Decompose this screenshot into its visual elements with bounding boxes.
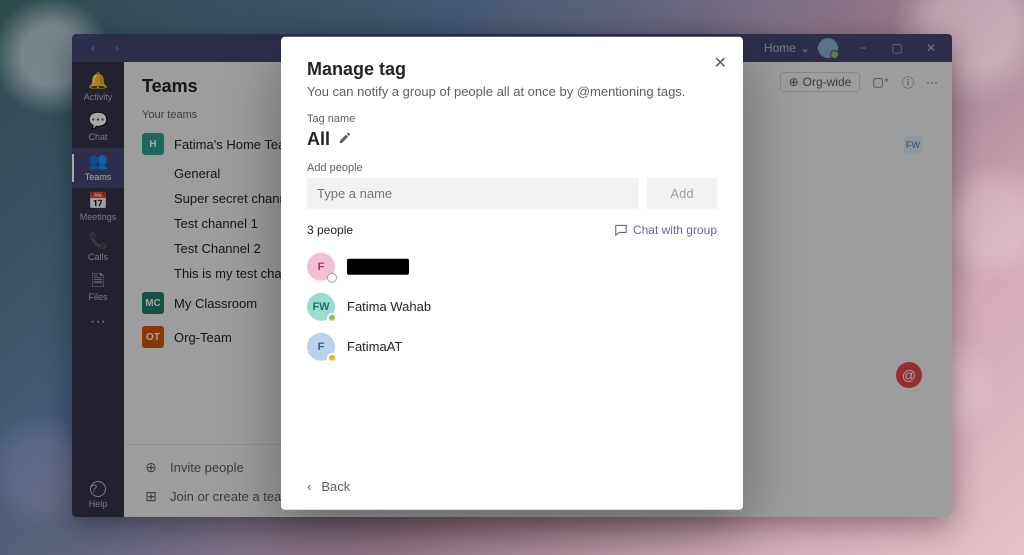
chat-icon [614, 222, 628, 236]
member-row[interactable]: F FatimaAT [307, 326, 717, 366]
manage-tag-modal: ✕ Manage tag You can notify a group of p… [281, 36, 743, 509]
close-button[interactable]: ✕ [714, 52, 727, 72]
add-people-input[interactable] [307, 177, 639, 208]
tag-name-value: All [307, 128, 330, 149]
add-button[interactable]: Add [647, 177, 717, 208]
back-arrow-icon[interactable]: ‹ [307, 478, 311, 493]
chat-with-group-link[interactable]: Chat with group [614, 222, 717, 236]
member-row[interactable]: F [307, 246, 717, 286]
presence-away-icon [327, 352, 337, 362]
modal-subtitle: You can notify a group of people all at … [307, 83, 717, 98]
add-people-label: Add people [307, 161, 717, 173]
member-avatar: F [307, 252, 335, 280]
member-name: Fatima Wahab [347, 299, 431, 314]
back-button[interactable]: Back [321, 478, 350, 493]
member-avatar: F [307, 332, 335, 360]
presence-offline-icon [327, 272, 337, 282]
member-row[interactable]: FW Fatima Wahab [307, 286, 717, 326]
people-count: 3 people [307, 222, 353, 236]
edit-tag-name-button[interactable] [338, 130, 352, 147]
member-name: FatimaAT [347, 339, 402, 354]
pencil-icon [338, 130, 352, 144]
member-avatar: FW [307, 292, 335, 320]
tag-name-label: Tag name [307, 112, 717, 124]
modal-title: Manage tag [307, 58, 717, 79]
presence-available-icon [327, 312, 337, 322]
member-name-redacted [347, 258, 409, 274]
